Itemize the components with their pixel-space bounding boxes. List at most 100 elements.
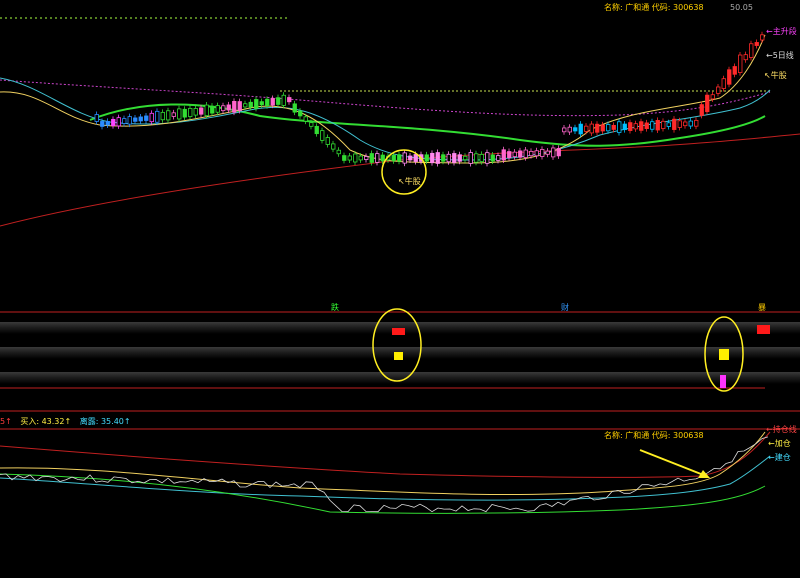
candle-body: [573, 127, 578, 132]
candle-body: [644, 122, 649, 129]
candle-body: [160, 111, 165, 121]
candle-body: [721, 78, 726, 89]
price-label: 50.05: [730, 3, 753, 12]
stock-info-indicator: 名称: 广和通 代码: 300638: [604, 430, 704, 440]
signal-panel[interactable]: 跌 财 暴: [0, 300, 800, 412]
candle-body: [699, 104, 704, 116]
candle-body: [430, 152, 435, 164]
candle-body: [474, 153, 479, 163]
candle-body: [380, 154, 385, 162]
ind-white-line: [0, 436, 769, 513]
candle-body: [749, 43, 754, 58]
candle-body: [375, 153, 380, 163]
candle-body: [226, 104, 231, 111]
candle-body: [710, 94, 715, 100]
candle-body: [457, 154, 462, 162]
signal-band-3: [0, 372, 800, 384]
candle-body: [188, 107, 193, 118]
candle-body: [754, 42, 759, 46]
candle-body: [358, 155, 363, 161]
candle-body: [232, 101, 237, 113]
candle-body: [452, 153, 457, 163]
candle-body: [446, 153, 451, 163]
ind-cyan-line: [0, 455, 771, 501]
candle-body: [518, 150, 523, 158]
niu-gu-label-top: ↖牛股: [764, 70, 787, 80]
candlestick-chart-canvas[interactable]: ↖牛股 ↖牛股 名称: 广和通 代码: 300638 50.05 ←主升段 ←5…: [0, 0, 800, 300]
candle-body: [254, 99, 259, 109]
candle-body: [413, 154, 418, 162]
signal-panel-canvas[interactable]: 跌 财 暴: [0, 300, 800, 412]
legend-rise-label: ←主升段: [766, 26, 797, 36]
candle-body: [391, 154, 396, 162]
candle-body: [666, 122, 671, 127]
candlestick-chart[interactable]: ↖牛股 ↖牛股 名称: 广和通 代码: 300638 50.05 ←主升段 ←5…: [0, 0, 800, 300]
indicator-panel[interactable]: 名称: 广和通 代码: 300638 ←持仓线 ←加仓 ←建仓: [0, 416, 800, 578]
candle-body: [661, 120, 666, 129]
legend-top-label: ←持仓线: [766, 424, 797, 434]
candle-body: [193, 108, 198, 116]
candle-body: [94, 114, 99, 122]
candle-body: [177, 108, 182, 120]
candle-body: [336, 149, 341, 155]
candle-body: [122, 118, 127, 124]
candle-body: [325, 137, 330, 145]
candle-body: [562, 127, 567, 133]
candle-body: [716, 86, 721, 94]
indicator-canvas[interactable]: 名称: 广和通 代码: 300638 ←持仓线 ←加仓 ←建仓: [0, 416, 800, 578]
candle-body: [578, 123, 583, 135]
candle-body: [397, 154, 402, 162]
legend-add-label: ←加仓: [768, 438, 791, 448]
candle-body: [650, 121, 655, 130]
candle-body: [556, 148, 561, 157]
candle-body: [144, 115, 149, 121]
candle-body: [402, 152, 407, 164]
candle-body: [705, 94, 710, 113]
candle-body: [760, 34, 765, 41]
candle-body: [628, 122, 633, 131]
signal-marker-yellow-1: [394, 352, 403, 360]
candle-body: [732, 66, 737, 75]
candle-body: [320, 130, 325, 141]
candle-body: [633, 123, 638, 130]
candle-body: [672, 118, 677, 130]
stock-info-main: 名称: 广和通 代码: 300638: [604, 2, 704, 12]
candle-body: [215, 105, 220, 113]
legend-build-label: ←建仓: [768, 452, 791, 462]
candles-group: [94, 31, 765, 167]
candle-body: [677, 120, 682, 128]
candle-body: [292, 103, 297, 113]
signal-label-cai: 财: [561, 302, 569, 312]
candle-body: [303, 116, 308, 122]
annotation-arrow: [639, 449, 707, 477]
candle-body: [468, 152, 473, 164]
candle-body: [182, 108, 187, 118]
candle-body: [138, 116, 143, 122]
candle-body: [265, 98, 270, 107]
candle-body: [204, 104, 209, 117]
candle-body: [507, 151, 512, 159]
signal-marker-yellow-2: [719, 349, 729, 360]
candle-body: [149, 112, 154, 123]
candle-body: [270, 98, 275, 106]
candle-body: [738, 54, 743, 73]
candle-body: [485, 152, 490, 164]
candle-body: [199, 107, 204, 115]
signal-marker-magenta: [720, 375, 726, 388]
candle-body: [523, 149, 528, 158]
candle-body: [287, 97, 292, 103]
candle-body: [501, 149, 506, 161]
candle-body: [622, 123, 627, 131]
candle-body: [237, 101, 242, 111]
candle-body: [589, 123, 594, 134]
candle-body: [639, 121, 644, 131]
ma-cyan: [0, 77, 771, 161]
candle-body: [435, 152, 440, 164]
candle-body: [611, 124, 616, 130]
candle-body: [512, 151, 517, 157]
candle-body: [353, 153, 358, 163]
candle-body: [221, 105, 226, 112]
candle-body: [166, 110, 171, 121]
candle-body: [276, 97, 281, 105]
candle-body: [364, 156, 369, 160]
